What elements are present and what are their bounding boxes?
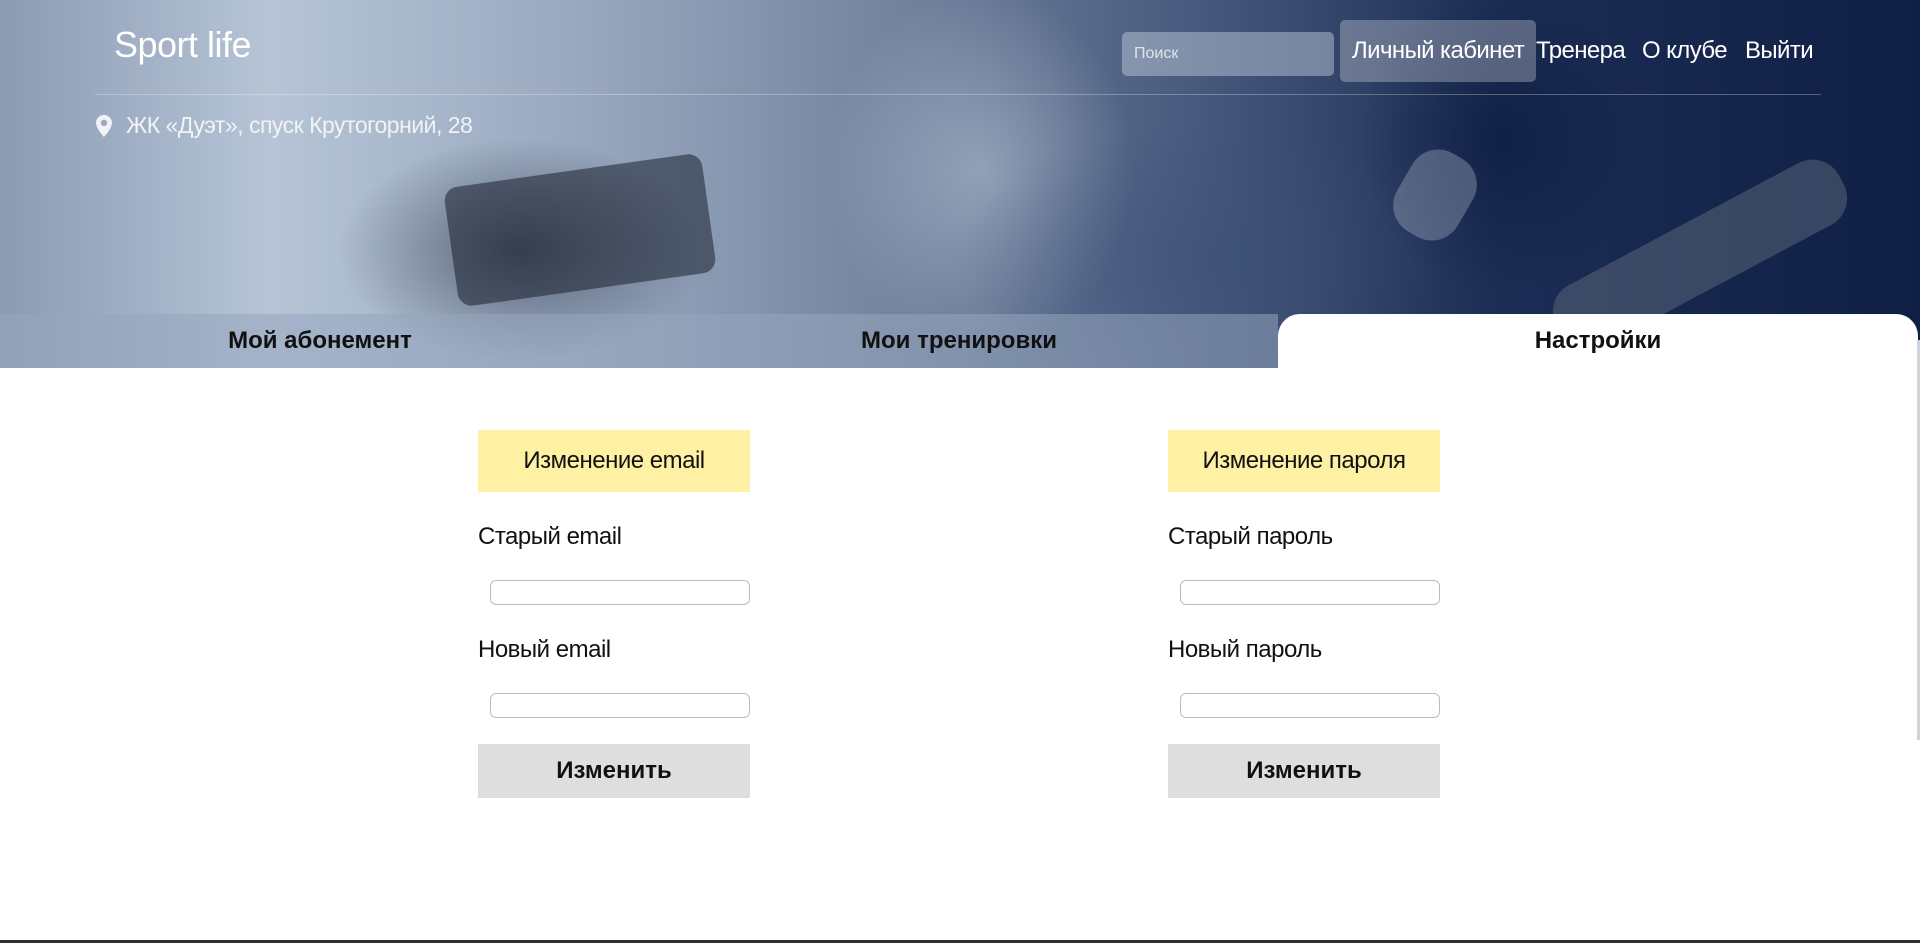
settings-panel <box>0 368 1918 943</box>
new-password-input[interactable] <box>1180 693 1440 718</box>
new-email-label: Новый email <box>478 636 611 663</box>
hero-decoration <box>1382 138 1488 252</box>
old-email-input[interactable] <box>490 580 750 605</box>
hero-banner <box>0 0 1920 368</box>
new-password-label: Новый пароль <box>1168 636 1322 663</box>
hero-decoration <box>442 152 718 308</box>
nav-link-cabinet[interactable]: Личный кабинет <box>1340 20 1537 82</box>
email-change-form: Изменение email Старый email Новый email… <box>478 430 750 798</box>
change-password-button[interactable]: Изменить <box>1168 744 1440 798</box>
nav-link-trainers[interactable]: Тренера <box>1536 20 1626 82</box>
nav-link-logout[interactable]: Выйти <box>1745 20 1814 82</box>
tab-workouts[interactable]: Мои тренировки <box>640 314 1278 368</box>
password-form-title: Изменение пароля <box>1168 430 1440 492</box>
old-email-label: Старый email <box>478 523 622 550</box>
password-change-form: Изменение пароля Старый пароль Новый пар… <box>1168 430 1440 798</box>
new-email-input[interactable] <box>490 693 750 718</box>
old-password-label: Старый пароль <box>1168 523 1333 550</box>
header-divider <box>95 94 1821 95</box>
email-form-title: Изменение email <box>478 430 750 492</box>
old-password-input[interactable] <box>1180 580 1440 605</box>
search-input[interactable] <box>1122 32 1334 76</box>
map-pin-icon <box>96 114 112 137</box>
club-address: ЖК «Дуэт», спуск Крутогорний, 28 <box>96 112 473 139</box>
nav-link-about[interactable]: О клубе <box>1642 20 1728 82</box>
account-tabs: Мой абонемент Мои тренировки Настройки <box>0 314 1920 368</box>
site-logo[interactable]: Sport life <box>114 24 252 66</box>
tab-subscription[interactable]: Мой абонемент <box>0 314 640 368</box>
address-text: ЖК «Дуэт», спуск Крутогорний, 28 <box>126 112 473 138</box>
tab-settings[interactable]: Настройки <box>1278 314 1918 368</box>
change-email-button[interactable]: Изменить <box>478 744 750 798</box>
